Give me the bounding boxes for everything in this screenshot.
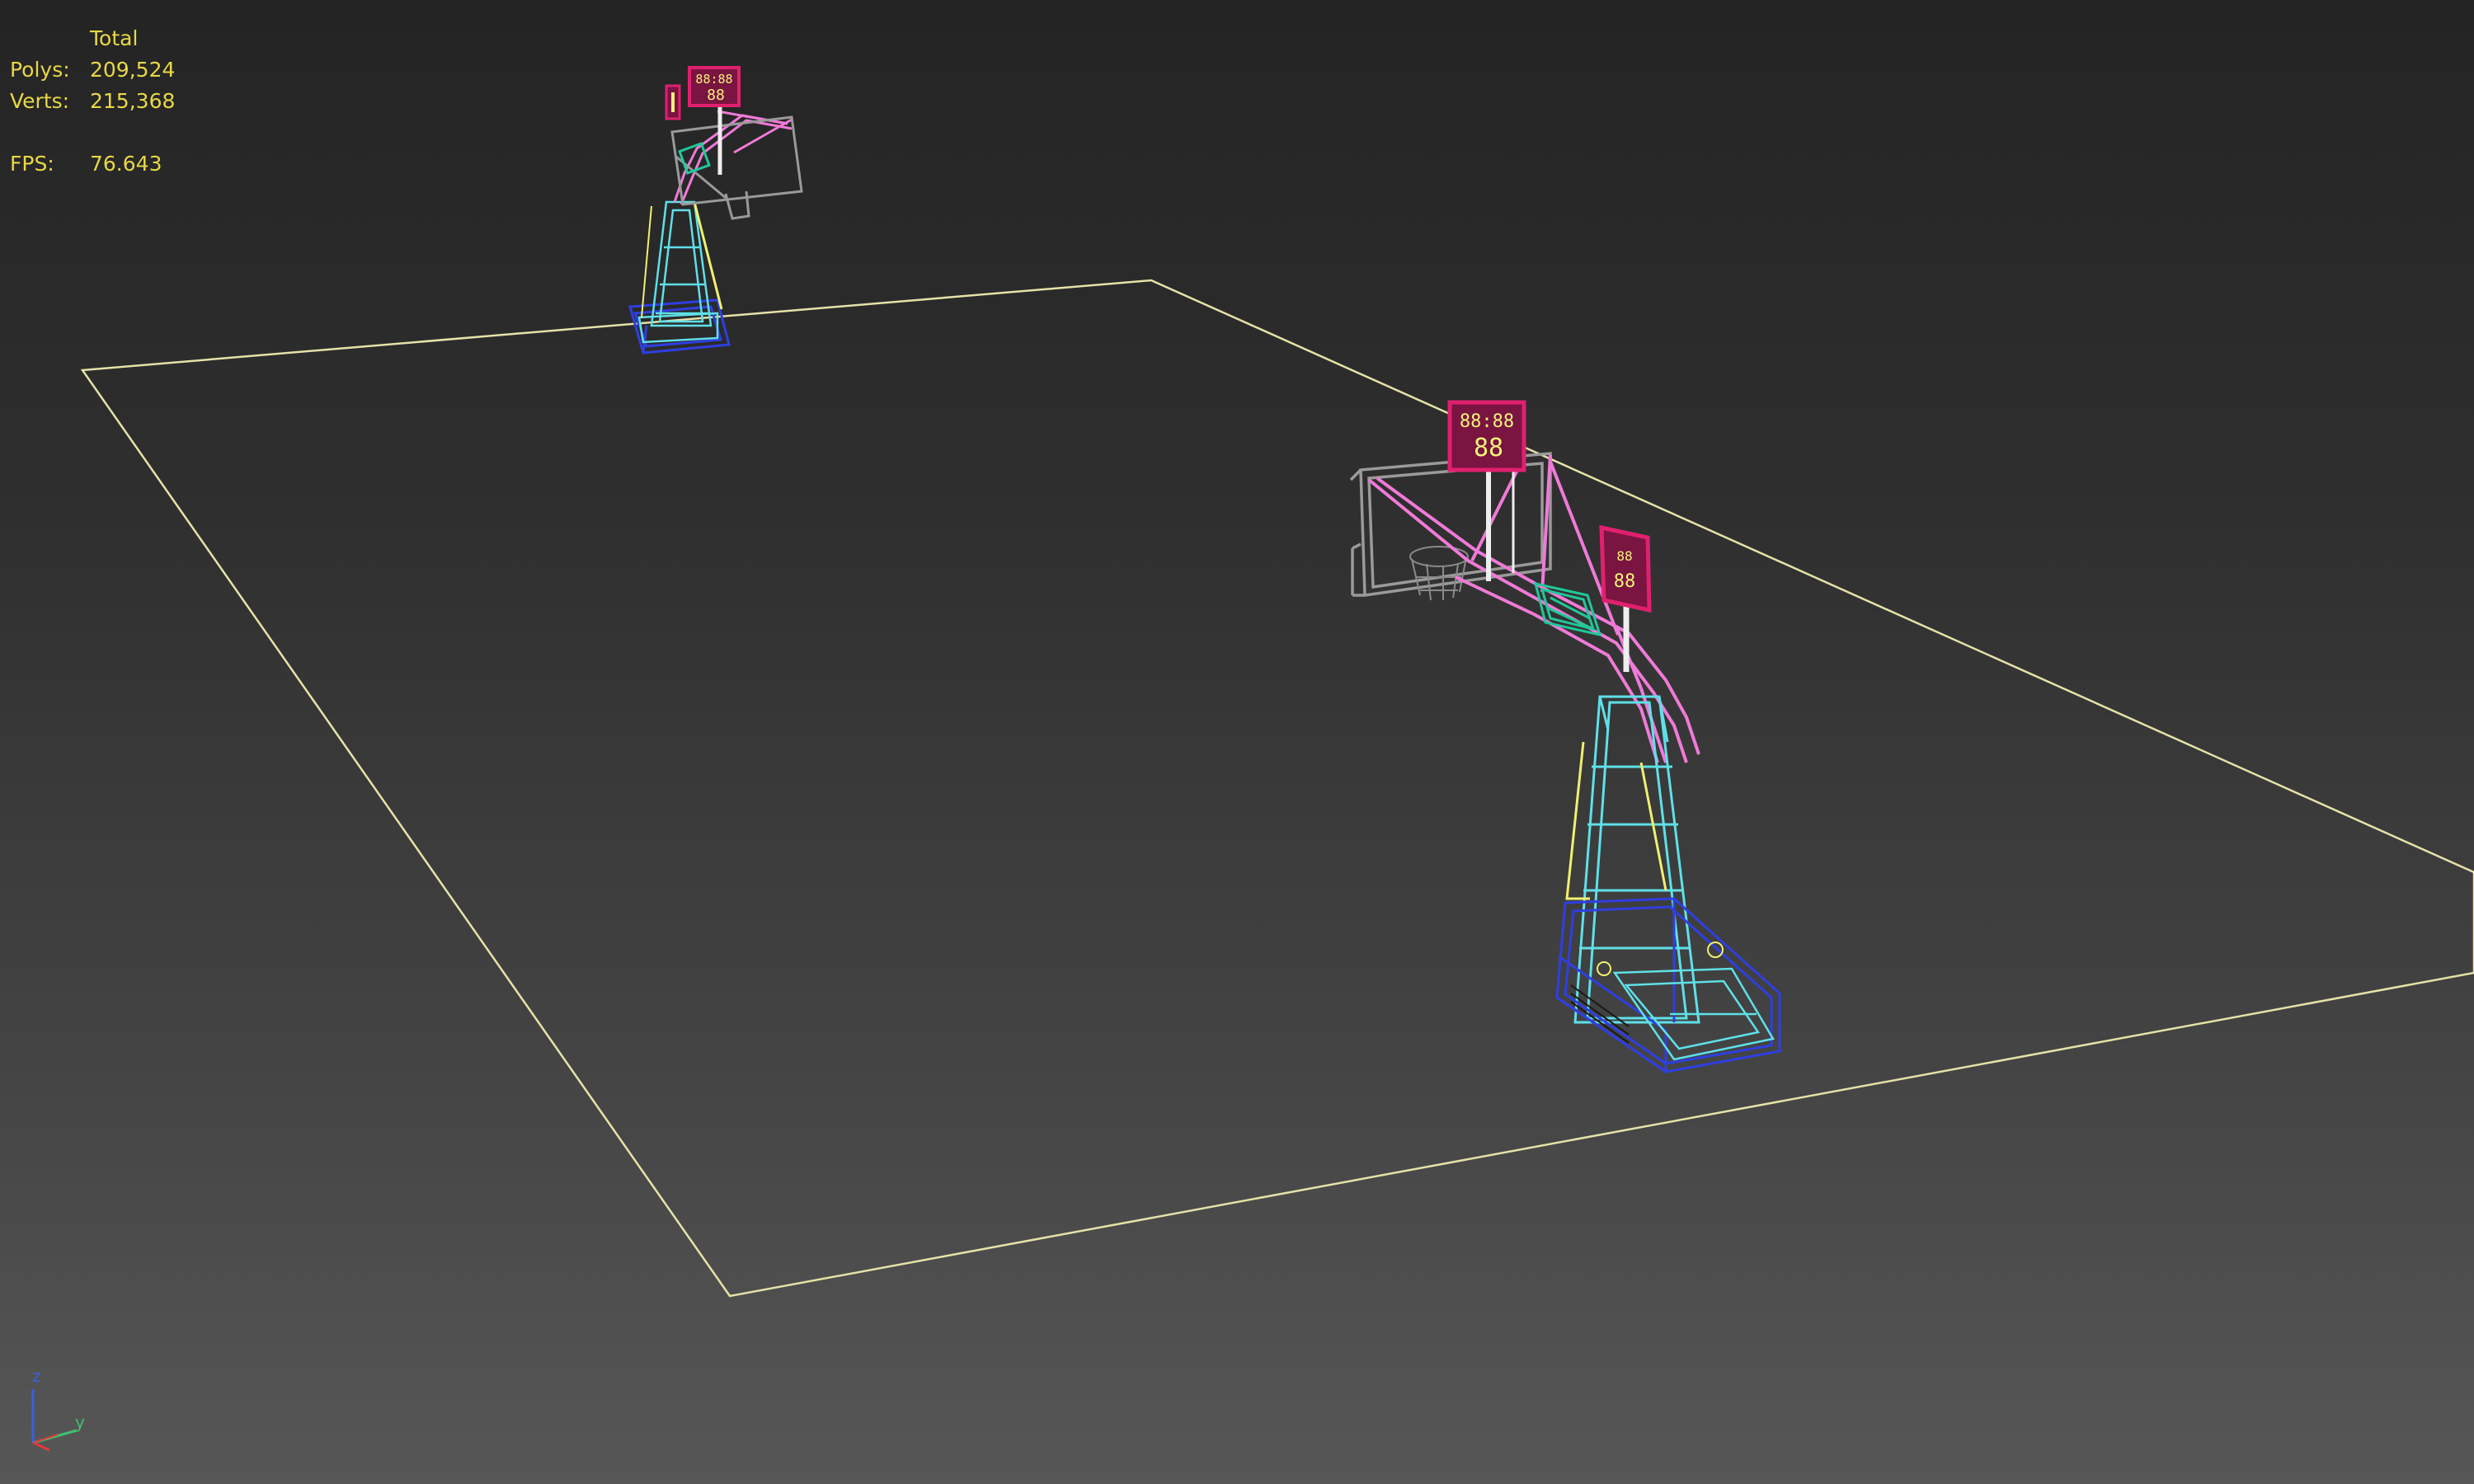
far-hoop-scoreboard: 88:88 88: [665, 66, 741, 120]
near-scoreboard-bottom-digits: 88: [1474, 434, 1503, 463]
far-scoreboard-bottom-digits: 88: [707, 87, 725, 104]
fps-value: 76.643: [90, 152, 162, 176]
court-outline: [80, 279, 2474, 1298]
far-hoop-backboard: [670, 115, 803, 220]
far-hoop-column: [637, 200, 719, 344]
far-scoreboard-top-digits: 88:88: [695, 72, 732, 87]
polys-value: 209,524: [90, 58, 176, 82]
viewport-statistics: Total Polys: 209,524 Verts: 215,368 FPS:…: [10, 23, 175, 180]
near-basketball-hoop: 88:88 88 88 88: [1349, 400, 1781, 1074]
axis-z-label: z: [32, 1366, 41, 1386]
far-basketball-hoop: 88:88 88: [628, 66, 803, 355]
near-scoreboard-top-digits: 88:88: [1460, 411, 1514, 432]
3d-viewport[interactable]: 88:88 88 88:88 88 88 88 Total Polys: 209…: [0, 0, 2474, 1484]
near-hoop-pad: [1533, 582, 1602, 637]
verts-value: 215,368: [90, 89, 176, 113]
near-hoop-side-scoreboard: 88 88: [1599, 524, 1652, 613]
axis-gizmo-icon: z y: [21, 1364, 95, 1455]
near-side-scoreboard-bottom-digits: 88: [1614, 571, 1636, 592]
fps-label: FPS:: [10, 152, 54, 176]
polys-label: Polys:: [10, 58, 70, 82]
far-hoop-pad: [678, 142, 711, 175]
near-hoop-scoreboard: 88:88 88: [1447, 400, 1526, 472]
stats-header: Total: [90, 26, 139, 50]
axis-y-label: y: [75, 1412, 85, 1432]
verts-label: Verts:: [10, 89, 70, 113]
scene-wireframe: 88:88 88 88:88 88 88 88: [80, 66, 2474, 1298]
stats-verts-row: Verts: 215,368: [10, 86, 175, 117]
stats-polys-row: Polys: 209,524: [10, 54, 175, 86]
near-side-scoreboard-top-digits: 88: [1616, 548, 1632, 564]
stats-fps-row: FPS: 76.643: [10, 148, 175, 180]
